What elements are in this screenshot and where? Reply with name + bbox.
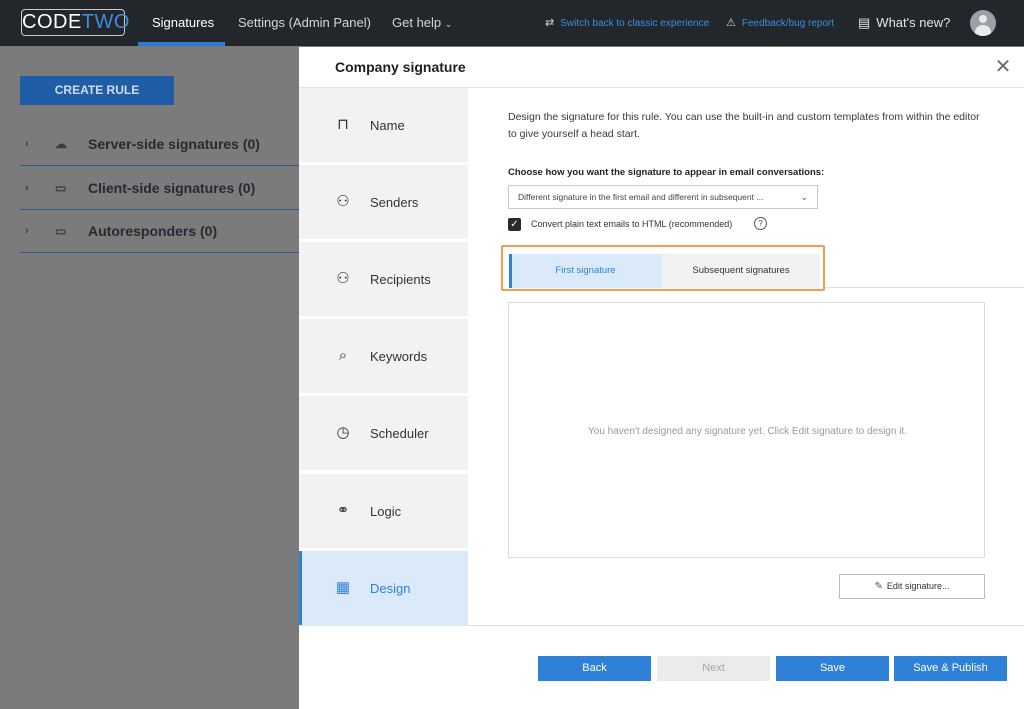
- cloud-icon: ☁: [55, 137, 67, 151]
- keywords-icon: ⌕: [338, 347, 348, 364]
- steps-sidebar: ⊓ Name ⚇ Senders ⚇ Recipients ⌕ Keywords…: [299, 88, 468, 626]
- step-scheduler[interactable]: ◷ Scheduler: [299, 396, 468, 470]
- nav-settings[interactable]: Settings (Admin Panel): [238, 0, 371, 46]
- modal-title: Company signature: [335, 59, 466, 75]
- step-keywords[interactable]: ⌕ Keywords: [299, 319, 468, 393]
- chevron-down-icon: ⌄: [444, 19, 453, 29]
- whats-new-button[interactable]: ▤ What's new?: [858, 0, 950, 46]
- help-icon[interactable]: ?: [754, 217, 767, 230]
- tab-first-signature[interactable]: First signature: [509, 254, 662, 288]
- monitor-icon: ▭: [55, 181, 67, 195]
- design-content: Design the signature for this rule. You …: [468, 88, 1024, 626]
- feedback-icon: ⚠: [726, 17, 736, 29]
- recipients-icon: ⚇: [336, 270, 350, 287]
- news-icon: ▤: [858, 15, 871, 30]
- nav-active-indicator: [138, 42, 225, 46]
- swap-icon: ⇄: [545, 17, 555, 29]
- autoresponders-row[interactable]: › ▭ Autoresponders (0): [20, 210, 300, 253]
- design-icon: ▦: [335, 579, 351, 596]
- step-name[interactable]: ⊓ Name: [299, 88, 468, 162]
- save-publish-button[interactable]: Save & Publish: [894, 656, 1007, 681]
- convert-html-label: Convert plain text emails to HTML (recom…: [531, 219, 733, 229]
- top-bar: CODETWO Signatures Settings (Admin Panel…: [0, 0, 1024, 46]
- autoresponder-icon: ▭: [55, 224, 67, 238]
- codetwo-logo[interactable]: CODETWO: [21, 9, 129, 36]
- avatar[interactable]: [970, 10, 996, 36]
- senders-icon: ⚇: [336, 193, 350, 210]
- company-signature-modal: Company signature ✕ ⊓ Name ⚇ Senders ⚇ R…: [299, 47, 1024, 709]
- signature-preview: You haven't designed any signature yet. …: [508, 302, 985, 558]
- empty-preview-text: You haven't designed any signature yet. …: [588, 426, 907, 437]
- nav-get-help[interactable]: Get help ⌄: [392, 0, 452, 46]
- step-senders[interactable]: ⚇ Senders: [299, 165, 468, 239]
- pencil-icon: ✎: [874, 581, 883, 592]
- nav-signatures[interactable]: Signatures: [152, 0, 214, 46]
- design-description: Design the signature for this rule. You …: [508, 111, 980, 140]
- conversation-mode-label: Choose how you want the signature to app…: [508, 167, 825, 178]
- close-icon[interactable]: ✕: [993, 57, 1013, 77]
- signpost-icon: ⊓: [337, 116, 349, 133]
- signature-tabs-highlight: First signature Subsequent signatures: [501, 245, 825, 291]
- chevron-right-icon: ›: [25, 138, 29, 150]
- save-button[interactable]: Save: [776, 656, 889, 681]
- back-button[interactable]: Back: [538, 656, 651, 681]
- convert-html-checkbox[interactable]: ✓: [508, 218, 521, 231]
- edit-signature-button[interactable]: ✎ Edit signature...: [839, 574, 985, 599]
- clock-icon: ◷: [336, 424, 350, 441]
- client-side-row[interactable]: › ▭ Client-side signatures (0): [20, 167, 300, 210]
- switch-classic-link[interactable]: ⇄ Switch back to classic experience: [545, 0, 709, 46]
- step-recipients[interactable]: ⚇ Recipients: [299, 242, 468, 316]
- feedback-link[interactable]: ⚠ Feedback/bug report: [726, 0, 834, 46]
- step-logic[interactable]: ⚭ Logic: [299, 474, 468, 548]
- server-side-row[interactable]: › ☁ Server-side signatures (0): [20, 123, 300, 166]
- create-rule-button[interactable]: CREATE RULE: [20, 76, 174, 105]
- next-button[interactable]: Next: [657, 656, 770, 681]
- logic-icon: ⚭: [336, 502, 350, 519]
- conversation-mode-select[interactable]: Different signature in the first email a…: [508, 185, 818, 209]
- chevron-right-icon: ›: [25, 225, 29, 237]
- chevron-right-icon: ›: [25, 182, 29, 194]
- tab-subsequent-signatures[interactable]: Subsequent signatures: [662, 254, 820, 288]
- step-design[interactable]: ▦ Design: [299, 551, 468, 625]
- chevron-down-icon: ⌄: [800, 192, 808, 202]
